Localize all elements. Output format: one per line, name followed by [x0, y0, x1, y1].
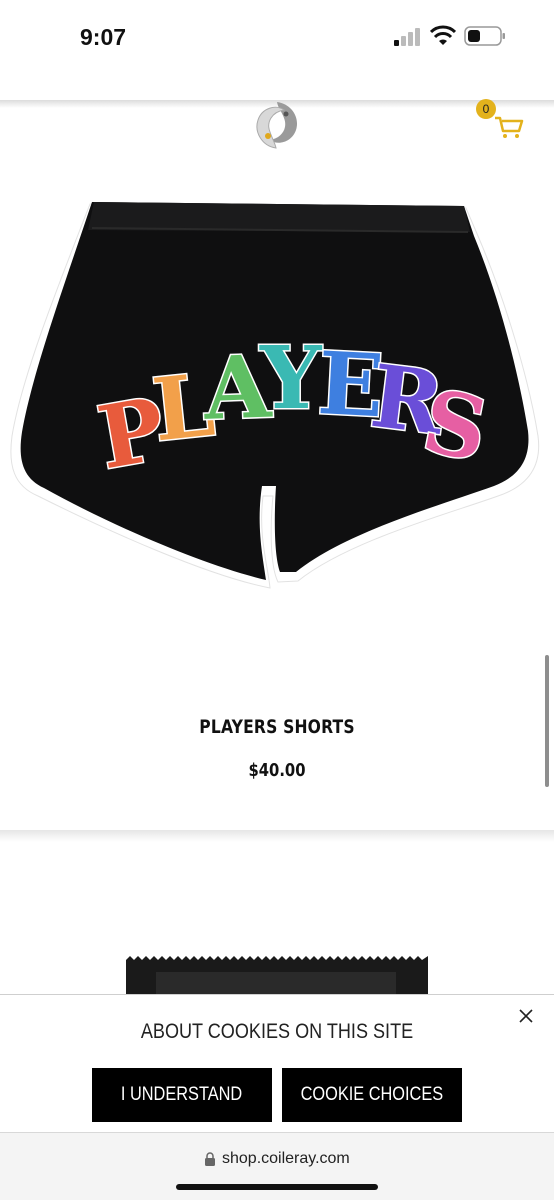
cookie-choices-label: COOKIE CHOICES: [300, 1084, 444, 1105]
product-price: $40.00: [248, 760, 306, 781]
i-understand-button[interactable]: I UNDERSTAND: [92, 1068, 272, 1122]
wifi-icon: [430, 25, 456, 45]
next-product-image[interactable]: [126, 954, 428, 996]
battery-icon: [464, 26, 505, 46]
close-icon[interactable]: [518, 1008, 534, 1024]
status-time: 9:07: [80, 24, 127, 50]
cookie-banner: [0, 994, 554, 1134]
url-text[interactable]: shop.coileray.com: [222, 1150, 350, 1168]
product-title[interactable]: PLAYERS SHORTS: [50, 716, 504, 738]
i-understand-label: I UNDERSTAND: [121, 1084, 243, 1105]
cellular-signal-icon: [394, 28, 420, 46]
cookie-choices-button[interactable]: COOKIE CHOICES: [282, 1068, 462, 1122]
product-image[interactable]: P L A Y E R S: [8, 196, 544, 600]
scrollbar[interactable]: [545, 655, 549, 787]
svg-text:Y: Y: [259, 328, 323, 429]
card-divider: [0, 830, 554, 842]
koi-fish-logo-icon[interactable]: [248, 96, 306, 154]
home-indicator[interactable]: [176, 1184, 378, 1190]
lock-icon: [205, 1152, 215, 1166]
shopping-cart-icon[interactable]: [494, 115, 524, 139]
cart-count-badge[interactable]: 0: [476, 99, 496, 119]
status-bar: 9:07: [0, 0, 554, 80]
cookie-banner-title: ABOUT COOKIES ON THIS SITE: [140, 1020, 414, 1043]
